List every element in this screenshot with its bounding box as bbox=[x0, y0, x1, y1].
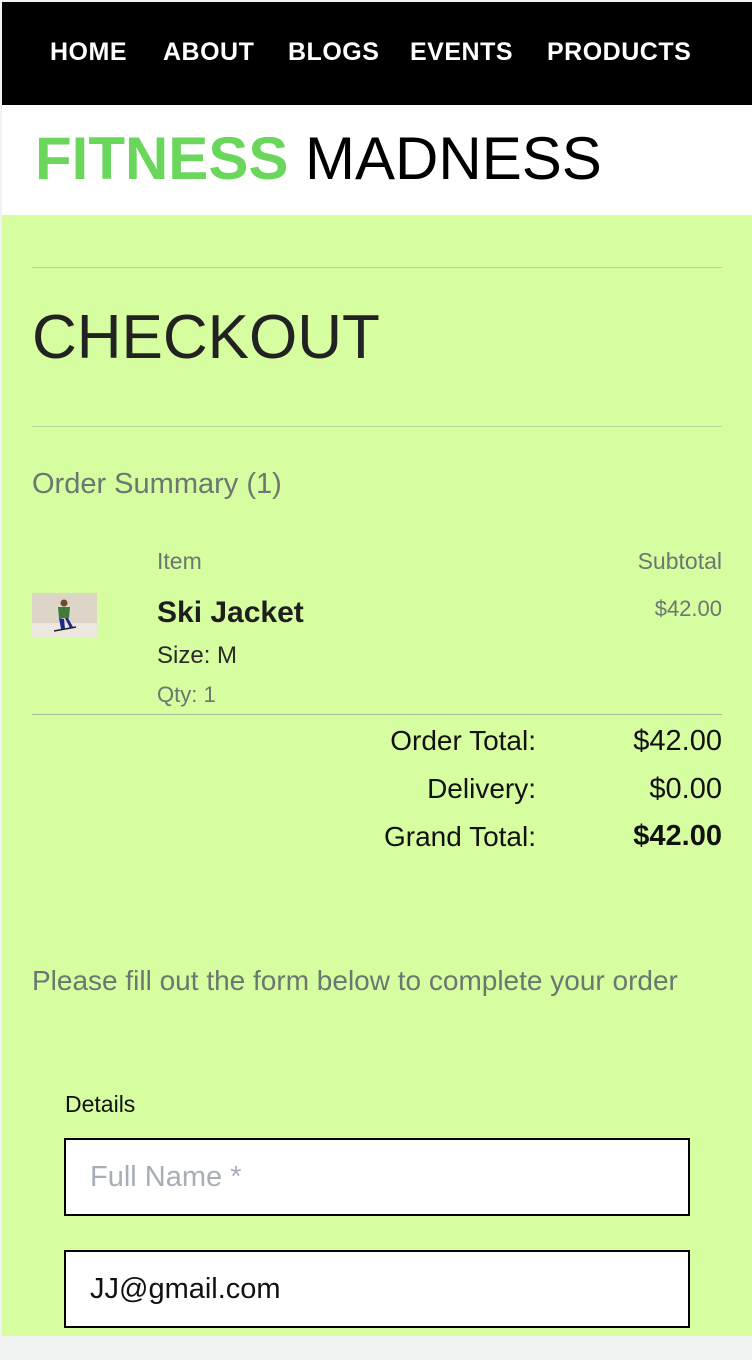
skier-image bbox=[32, 593, 97, 637]
item-name[interactable]: Ski Jacket bbox=[157, 596, 304, 630]
checkout-page: HOME ABOUT BLOGS EVENTS PRODUCTS FITNESS… bbox=[2, 2, 752, 1336]
nav-events-link[interactable]: EVENTS bbox=[410, 38, 513, 67]
logo-word-madness: MADNESS bbox=[305, 125, 602, 192]
details-fieldset-label: Details bbox=[65, 1091, 136, 1117]
top-nav-bar: HOME ABOUT BLOGS EVENTS PRODUCTS bbox=[2, 2, 752, 105]
grand-total-label: Grand Total: bbox=[383, 821, 536, 852]
email-input[interactable] bbox=[64, 1250, 690, 1328]
order-total-value: $42.00 bbox=[633, 725, 722, 757]
delivery-value: $0.00 bbox=[649, 773, 722, 805]
order-summary-heading: Order Summary (1) bbox=[32, 468, 282, 500]
item-size: Size: M bbox=[157, 642, 238, 669]
item-subtotal: $42.00 bbox=[654, 596, 722, 621]
divider-top bbox=[32, 267, 722, 268]
divider-below-title bbox=[32, 426, 722, 427]
ski-jacket-thumbnail bbox=[32, 593, 97, 637]
nav-blogs-link[interactable]: BLOGS bbox=[288, 38, 379, 67]
full-name-input[interactable] bbox=[64, 1138, 690, 1216]
form-instructions: Please fill out the form below to comple… bbox=[32, 965, 678, 996]
item-column-header: Item bbox=[157, 548, 202, 574]
delivery-label: Delivery: bbox=[427, 773, 536, 804]
item-quantity: Qty: 1 bbox=[157, 682, 216, 707]
nav-home-link[interactable]: HOME bbox=[50, 38, 127, 67]
subtotal-column-header: Subtotal bbox=[637, 548, 722, 574]
logo-word-fitness: FITNESS bbox=[35, 125, 289, 192]
grand-total-value: $42.00 bbox=[633, 820, 722, 852]
page-title: CHECKOUT bbox=[32, 303, 380, 372]
nav-about-link[interactable]: ABOUT bbox=[163, 38, 254, 67]
summary-divider bbox=[32, 714, 722, 715]
order-total-label: Order Total: bbox=[390, 725, 536, 756]
nav-products-link[interactable]: PRODUCTS bbox=[547, 38, 691, 67]
brand-header: FITNESS MADNESS bbox=[2, 105, 752, 215]
site-logo[interactable]: FITNESS MADNESS bbox=[35, 129, 602, 189]
